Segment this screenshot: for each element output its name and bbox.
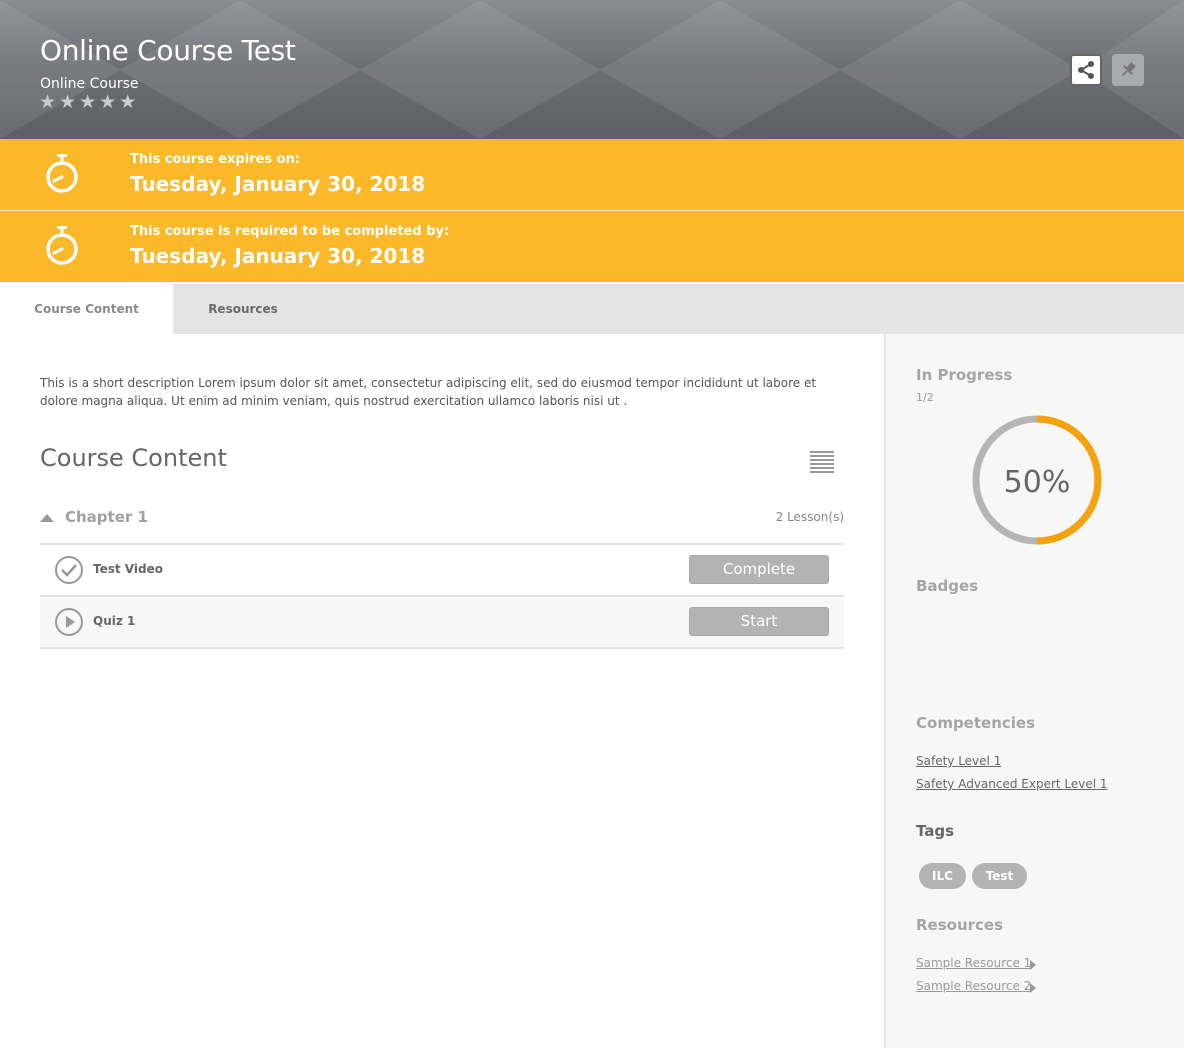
- badges-heading: Badges: [916, 577, 979, 595]
- header-pattern: [0, 0, 1184, 139]
- progress-fraction: 1/2: [916, 391, 934, 404]
- share-icon: [1078, 61, 1094, 79]
- progress-status: In Progress: [916, 366, 1013, 384]
- lesson-row: Quiz 1 Start: [40, 595, 844, 649]
- pin-icon: [1121, 62, 1136, 77]
- pin-button[interactable]: [1112, 54, 1144, 86]
- chapter-header[interactable]: Chapter 1 2 Lesson(s): [40, 505, 844, 543]
- list-view-icon[interactable]: [810, 451, 834, 475]
- play-circle-icon: [55, 608, 83, 636]
- course-description: This is a short description Lorem ipsum …: [40, 376, 817, 408]
- progress-ring: 50%: [972, 415, 1102, 545]
- due-date: Tuesday, January 30, 2018: [130, 244, 426, 268]
- resources-heading: Resources: [916, 916, 1004, 934]
- competencies-heading: Competencies: [916, 714, 1036, 732]
- expiry-label: This course expires on:: [130, 152, 301, 167]
- resource-link[interactable]: Sample Resource 1: [916, 956, 1031, 970]
- tags-heading: Tags: [916, 822, 955, 840]
- tab-bar: Course Content Resources: [0, 284, 1184, 334]
- stopwatch-icon: [46, 154, 78, 193]
- chapter-name[interactable]: Chapter 1: [65, 508, 148, 526]
- star-rating[interactable]: ★ ★ ★ ★ ★: [39, 92, 136, 112]
- share-button[interactable]: [1070, 54, 1102, 86]
- start-button[interactable]: Start: [689, 607, 829, 636]
- expiry-banner: This course expires on: Tuesday, January…: [0, 139, 1184, 210]
- expiry-date: Tuesday, January 30, 2018: [130, 172, 426, 196]
- tab-course-content[interactable]: Course Content: [0, 284, 173, 334]
- competency-link[interactable]: Safety Level 1: [916, 754, 1001, 768]
- stopwatch-icon: [46, 226, 78, 265]
- course-header: Online Course Test Online Course ★ ★ ★ ★…: [0, 0, 1184, 139]
- sidebar: In Progress 1/2 50% Badges Competencies …: [884, 334, 1184, 1048]
- star-icon[interactable]: ★: [79, 92, 96, 112]
- tag-test[interactable]: Test: [972, 863, 1027, 889]
- due-banner: This course is required to be completed …: [0, 211, 1184, 282]
- competency-link[interactable]: Safety Advanced Expert Level 1: [916, 777, 1108, 791]
- chevron-right-icon[interactable]: [1030, 960, 1036, 970]
- tag-ilc[interactable]: ILC: [919, 863, 966, 889]
- star-icon[interactable]: ★: [39, 92, 56, 112]
- course-title: Online Course Test: [40, 34, 296, 67]
- lesson-name[interactable]: Quiz 1: [93, 614, 135, 628]
- resource-link[interactable]: Sample Resource 2: [916, 979, 1031, 993]
- lesson-row: Test Video Complete: [40, 543, 844, 595]
- star-icon[interactable]: ★: [59, 92, 76, 112]
- section-title: Course Content: [40, 444, 227, 472]
- lesson-name[interactable]: Test Video: [93, 562, 163, 576]
- tab-resources[interactable]: Resources: [173, 284, 313, 334]
- progress-percent: 50%: [1004, 465, 1071, 500]
- due-label: This course is required to be completed …: [130, 224, 450, 239]
- lesson-count: 2 Lesson(s): [775, 510, 844, 524]
- star-icon[interactable]: ★: [99, 92, 116, 112]
- check-circle-icon: [55, 556, 83, 584]
- complete-button[interactable]: Complete: [689, 555, 829, 584]
- chevron-right-icon[interactable]: [1030, 983, 1036, 993]
- course-type: Online Course: [40, 76, 139, 92]
- collapse-caret-icon[interactable]: [40, 514, 54, 522]
- star-icon[interactable]: ★: [119, 92, 136, 112]
